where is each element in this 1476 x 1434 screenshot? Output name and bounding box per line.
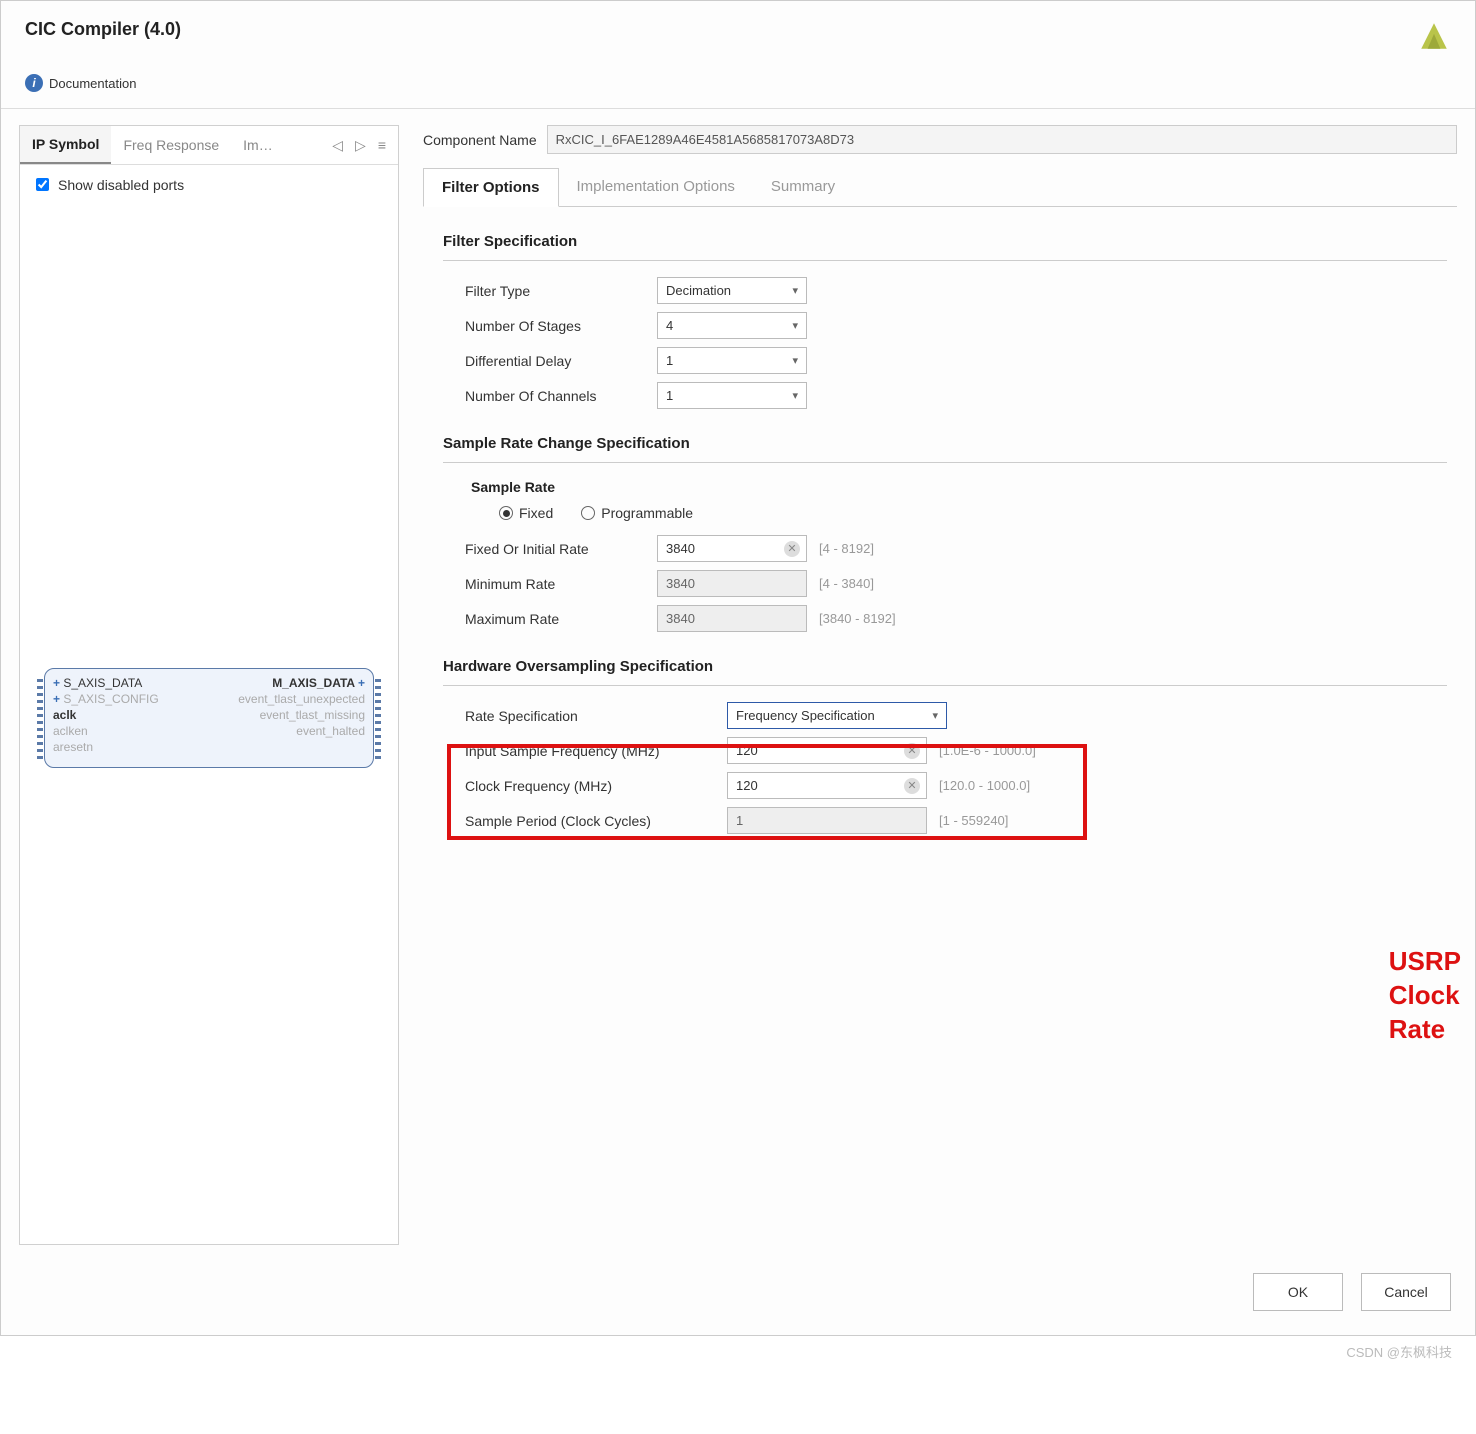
chevron-down-icon: ▾ xyxy=(792,319,798,332)
tab-next-icon[interactable]: ▷ xyxy=(351,135,370,156)
sample-rate-fixed-radio[interactable]: Fixed xyxy=(499,505,553,521)
sample-rate-programmable-radio[interactable]: Programmable xyxy=(581,505,693,521)
tab-implementation-options[interactable]: Implementation Options xyxy=(559,168,753,206)
clear-icon[interactable]: ✕ xyxy=(904,743,920,759)
documentation-link[interactable]: Documentation xyxy=(49,76,136,91)
chevron-down-icon: ▾ xyxy=(792,354,798,367)
input-sample-freq-label: Input Sample Frequency (MHz) xyxy=(465,743,715,759)
max-rate-range: [3840 - 8192] xyxy=(819,611,896,626)
diff-delay-select[interactable]: 1▾ xyxy=(657,347,807,374)
tab-freq-response[interactable]: Freq Response xyxy=(111,127,231,163)
clock-freq-label: Clock Frequency (MHz) xyxy=(465,778,715,794)
num-channels-select[interactable]: 1▾ xyxy=(657,382,807,409)
sample-rate-subheading: Sample Rate xyxy=(471,479,1447,495)
rate-change-heading: Sample Rate Change Specification xyxy=(443,435,1447,452)
sample-period-label: Sample Period (Clock Cycles) xyxy=(465,813,715,829)
cancel-button[interactable]: Cancel xyxy=(1361,1273,1451,1311)
annotation-usrp-clock-rate: USRP Clock Rate xyxy=(1389,945,1461,1046)
input-sample-freq-range: [1.0E-6 - 1000.0] xyxy=(939,743,1036,758)
min-rate-field: 3840 xyxy=(657,570,807,597)
info-icon: i xyxy=(25,74,43,92)
num-stages-select[interactable]: 4▾ xyxy=(657,312,807,339)
clear-icon[interactable]: ✕ xyxy=(784,541,800,557)
tab-overflow[interactable]: Im… xyxy=(231,127,285,163)
ip-symbol-panel: IP Symbol Freq Response Im… ◁ ▷ ≡ Show d… xyxy=(19,125,399,1245)
tab-summary[interactable]: Summary xyxy=(753,168,853,206)
min-rate-range: [4 - 3840] xyxy=(819,576,874,591)
fixed-rate-range: [4 - 8192] xyxy=(819,541,874,556)
tab-ip-symbol[interactable]: IP Symbol xyxy=(20,126,111,164)
max-rate-field: 3840 xyxy=(657,605,807,632)
tab-prev-icon[interactable]: ◁ xyxy=(328,135,347,156)
show-disabled-ports-checkbox[interactable]: Show disabled ports xyxy=(32,175,386,194)
sample-period-range: [1 - 559240] xyxy=(939,813,1008,828)
sample-period-field: 1 xyxy=(727,807,927,834)
input-sample-freq-field[interactable]: 120 ✕ xyxy=(727,737,927,764)
clock-freq-field[interactable]: 120 ✕ xyxy=(727,772,927,799)
radio-dot-icon xyxy=(581,506,595,520)
num-channels-label: Number Of Channels xyxy=(465,388,645,404)
app-title: CIC Compiler (4.0) xyxy=(25,19,181,40)
filter-type-select[interactable]: Decimation▾ xyxy=(657,277,807,304)
chevron-down-icon: ▾ xyxy=(792,389,798,402)
hw-oversampling-heading: Hardware Oversampling Specification xyxy=(443,658,1447,675)
filter-spec-heading: Filter Specification xyxy=(443,233,1447,250)
ok-button[interactable]: OK xyxy=(1253,1273,1343,1311)
num-stages-label: Number Of Stages xyxy=(465,318,645,334)
vendor-logo xyxy=(1417,19,1451,60)
radio-dot-icon xyxy=(499,506,513,520)
rate-spec-select[interactable]: Frequency Specification▾ xyxy=(727,702,947,729)
diff-delay-label: Differential Delay xyxy=(465,353,645,369)
tab-filter-options[interactable]: Filter Options xyxy=(423,168,559,207)
watermark: CSDN @东枫科技 xyxy=(0,1336,1476,1371)
chevron-down-icon: ▾ xyxy=(792,284,798,297)
show-disabled-ports-input[interactable] xyxy=(36,178,49,191)
ip-block-diagram: + S_AXIS_DATA M_AXIS_DATA + + S_AXIS_CON… xyxy=(44,668,374,768)
component-name-field[interactable] xyxy=(547,125,1457,154)
tab-menu-icon[interactable]: ≡ xyxy=(374,135,390,155)
fixed-rate-label: Fixed Or Initial Rate xyxy=(465,541,645,557)
min-rate-label: Minimum Rate xyxy=(465,576,645,592)
rate-spec-label: Rate Specification xyxy=(465,708,715,724)
component-name-label: Component Name xyxy=(423,132,537,148)
show-disabled-ports-label: Show disabled ports xyxy=(58,177,184,193)
max-rate-label: Maximum Rate xyxy=(465,611,645,627)
fixed-rate-field[interactable]: 3840 ✕ xyxy=(657,535,807,562)
clock-freq-range: [120.0 - 1000.0] xyxy=(939,778,1030,793)
filter-type-label: Filter Type xyxy=(465,283,645,299)
clear-icon[interactable]: ✕ xyxy=(904,778,920,794)
chevron-down-icon: ▾ xyxy=(932,709,938,722)
